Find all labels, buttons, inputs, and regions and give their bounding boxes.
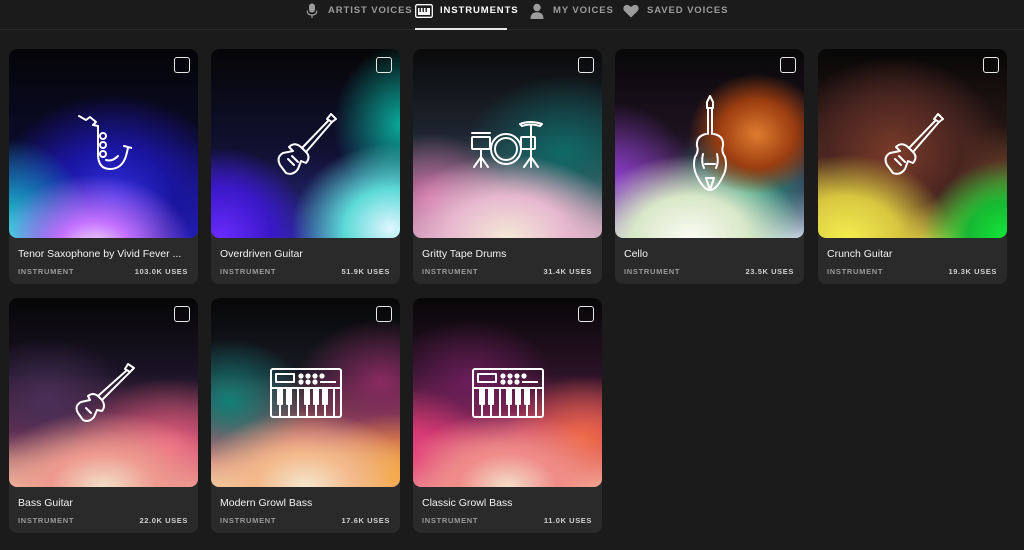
drum-kit-icon [470,119,546,169]
tab-label: ARTIST VOICES [328,5,413,16]
card-title: Overdriven Guitar [220,248,303,260]
card-title: Gritty Tape Drums [422,248,507,260]
card-title: Bass Guitar [18,497,73,509]
piano-icon [415,3,433,19]
card-artwork [413,49,602,238]
instrument-card-tenor-saxophone[interactable]: Tenor Saxophone by Vivid Fever ... INSTR… [9,49,198,284]
electric-guitar-icon [880,111,946,177]
card-title: Cello [624,248,648,260]
card-uses: 11.0K USES [543,516,592,525]
instrument-card-gritty-tape-drums[interactable]: Gritty Tape Drums INSTRUMENT 31.4K USES [413,49,602,284]
select-checkbox[interactable] [376,306,392,322]
card-type: INSTRUMENT [220,516,277,525]
instrument-card-bass-guitar[interactable]: Bass Guitar INSTRUMENT 22.0K USES [9,298,198,533]
tab-label: MY VOICES [553,5,614,16]
card-title: Tenor Saxophone by Vivid Fever ... [18,248,182,260]
select-checkbox[interactable] [780,57,796,73]
select-checkbox[interactable] [376,57,392,73]
instrument-tabs: ARTIST VOICES INSTRUMENTS MY VOICES SAVE… [0,0,1024,30]
card-artwork [615,49,804,238]
synthesizer-icon [471,367,544,418]
card-type: INSTRUMENT [220,267,277,276]
instrument-card-classic-growl-bass[interactable]: Classic Growl Bass INSTRUMENT 11.0K USES [413,298,602,533]
card-title: Crunch Guitar [827,248,893,260]
card-artwork [413,298,602,487]
card-artwork [211,49,400,238]
instrument-card-modern-growl-bass[interactable]: Modern Growl Bass INSTRUMENT 17.6K USES [211,298,400,533]
card-uses: 103.0K USES [134,267,188,276]
electric-guitar-icon [273,111,339,177]
card-type: INSTRUMENT [422,267,479,276]
card-artwork [9,49,198,238]
saxophone-icon [76,114,132,174]
tab-saved-voices[interactable]: SAVED VOICES [622,0,728,30]
card-uses: 51.9K USES [341,267,390,276]
instrument-card-cello[interactable]: Cello INSTRUMENT 23.5K USES [615,49,804,284]
card-uses: 17.6K USES [341,516,390,525]
instrument-card-overdriven-guitar[interactable]: Overdriven Guitar INSTRUMENT 51.9K USES [211,49,400,284]
card-title: Modern Growl Bass [220,497,313,509]
card-type: INSTRUMENT [624,267,681,276]
card-artwork [818,49,1007,238]
cello-icon [692,94,728,194]
select-checkbox[interactable] [174,306,190,322]
synthesizer-icon [269,367,342,418]
tab-label: SAVED VOICES [647,5,729,16]
card-uses: 19.3K USES [948,267,997,276]
select-checkbox[interactable] [174,57,190,73]
card-type: INSTRUMENT [18,516,75,525]
instrument-card-crunch-guitar[interactable]: Crunch Guitar INSTRUMENT 19.3K USES [818,49,1007,284]
card-type: INSTRUMENT [18,267,75,276]
tab-label: INSTRUMENTS [440,5,519,16]
tab-my-voices[interactable]: MY VOICES [528,0,614,30]
person-icon [528,3,546,19]
tab-artist-voices[interactable]: ARTIST VOICES [303,0,413,30]
card-uses: 23.5K USES [745,267,794,276]
card-type: INSTRUMENT [422,516,479,525]
bass-guitar-icon [72,362,136,424]
select-checkbox[interactable] [578,57,594,73]
select-checkbox[interactable] [578,306,594,322]
card-title: Classic Growl Bass [422,497,513,509]
card-type: INSTRUMENT [827,267,884,276]
heart-icon [622,3,640,19]
microphone-icon [303,3,321,19]
card-artwork [9,298,198,487]
card-uses: 22.0K USES [139,516,188,525]
card-uses: 31.4K USES [543,267,592,276]
tab-instruments[interactable]: INSTRUMENTS [415,0,518,30]
card-artwork [211,298,400,487]
select-checkbox[interactable] [983,57,999,73]
